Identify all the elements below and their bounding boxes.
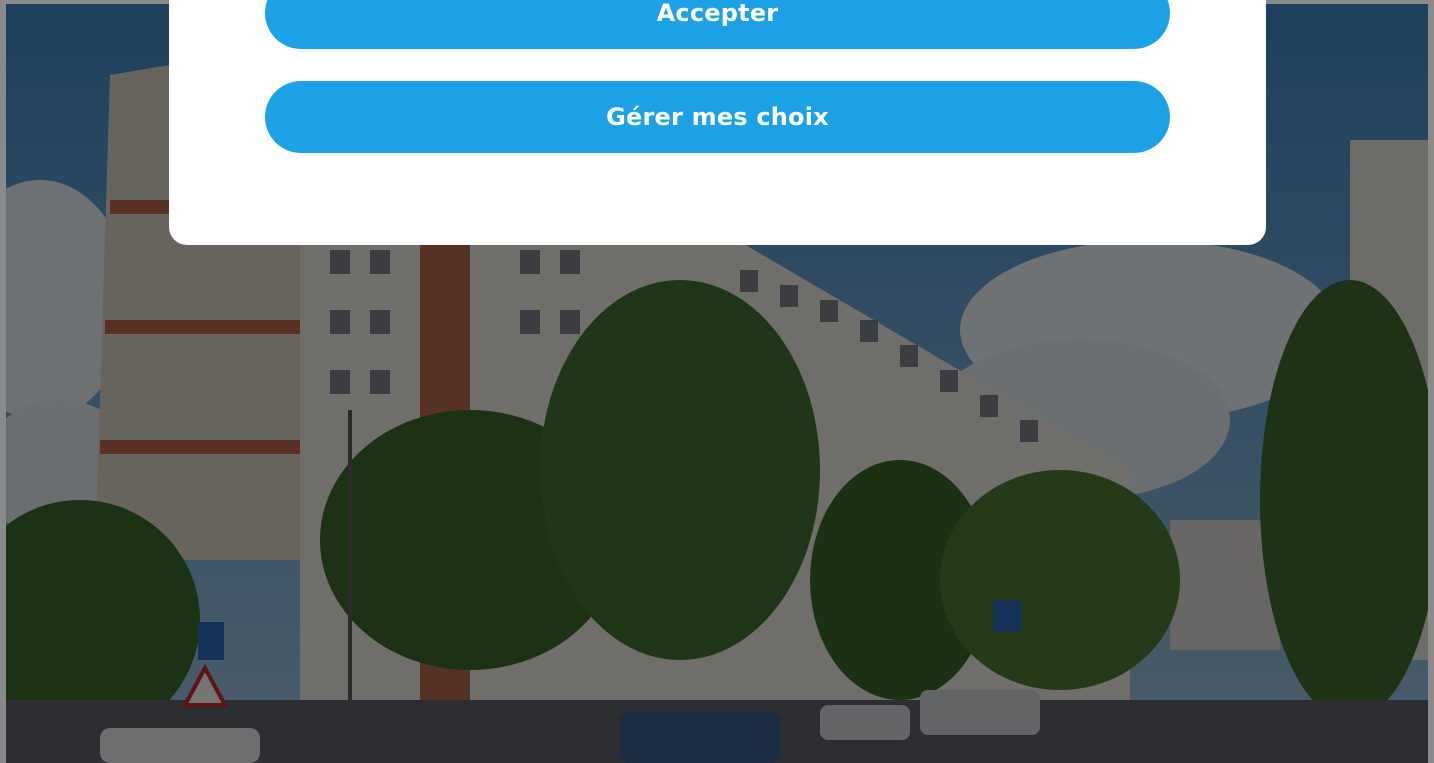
accept-button[interactable]: Accepter — [265, 0, 1170, 49]
page: Accepter Gérer mes choix — [0, 0, 1434, 763]
manage-choices-button[interactable]: Gérer mes choix — [265, 81, 1170, 153]
cookie-consent-modal: Accepter Gérer mes choix — [169, 0, 1266, 245]
